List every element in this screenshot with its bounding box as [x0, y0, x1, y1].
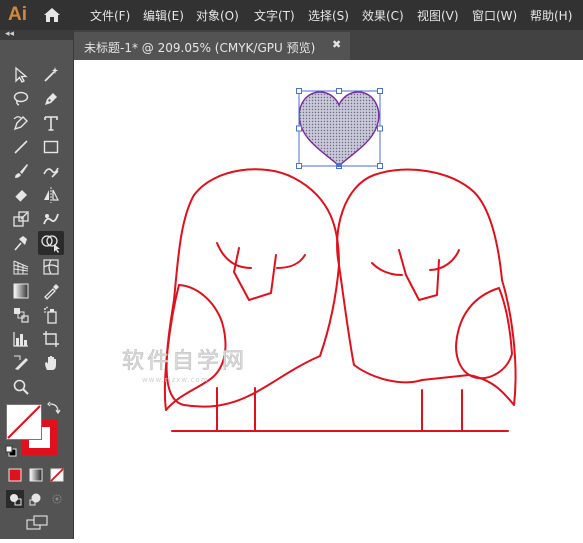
home-icon[interactable]	[42, 5, 62, 25]
right-bird-wing	[455, 287, 513, 380]
gradient-tool-icon[interactable]	[10, 280, 32, 302]
eraser-tool-icon[interactable]	[10, 184, 32, 206]
type-tool-icon[interactable]	[40, 112, 62, 134]
line-tool-icon[interactable]	[10, 136, 32, 158]
swap-fill-stroke-icon[interactable]	[46, 400, 62, 416]
fill-swatch[interactable]	[6, 404, 42, 440]
selection-tool-icon[interactable]	[10, 64, 32, 86]
magic-wand-tool-icon[interactable]	[40, 64, 62, 86]
draw-normal-icon[interactable]	[6, 490, 24, 508]
app-logo: Ai	[8, 4, 27, 25]
color-mode-icon[interactable]	[6, 466, 24, 484]
artwork: 软件自学网 www.rjzxw.com	[122, 88, 517, 432]
right-bird-eye	[371, 262, 403, 276]
pen-tool-icon[interactable]	[40, 88, 62, 110]
right-bird-legs	[421, 389, 463, 432]
mesh-tool-icon[interactable]	[40, 256, 62, 278]
menu-object[interactable]: 对象(O)	[196, 7, 239, 24]
paintbrush-tool-icon[interactable]	[10, 160, 32, 182]
watermark-url: www.rjzxw.com	[142, 376, 209, 384]
screen-mode-icon[interactable]	[24, 514, 50, 532]
heart-shape[interactable]	[298, 91, 380, 167]
curvature-tool-icon[interactable]	[10, 112, 32, 134]
scale-tool-icon[interactable]	[10, 208, 32, 230]
left-bird-eye	[216, 242, 252, 269]
gradient-mode-icon[interactable]	[27, 466, 45, 484]
menu-window[interactable]: 窗口(W)	[472, 7, 517, 24]
right-bird-body	[336, 168, 517, 406]
draw-inside-icon[interactable]	[48, 490, 66, 508]
right-bird-beak	[398, 249, 440, 301]
puppet-warp-tool-icon[interactable]	[10, 232, 32, 254]
column-graph-tool-icon[interactable]	[10, 328, 32, 350]
none-mode-icon[interactable]	[48, 466, 66, 484]
blend-tool-icon[interactable]	[10, 304, 32, 326]
birds-illustration	[163, 168, 517, 432]
tools-panel-header: ◂◂	[0, 29, 73, 40]
menu-type[interactable]: 文字(T)	[254, 7, 295, 24]
tools-panel: ◂◂	[0, 29, 74, 539]
lasso-tool-icon[interactable]	[10, 88, 32, 110]
menu-view[interactable]: 视图(V)	[417, 7, 459, 24]
rectangle-tool-icon[interactable]	[40, 136, 62, 158]
artboard-canvas[interactable]: 软件自学网 www.rjzxw.com	[74, 60, 583, 539]
menu-edit[interactable]: 编辑(E)	[143, 7, 184, 24]
default-fill-stroke-icon[interactable]	[4, 444, 18, 458]
menu-help[interactable]: 帮助(H)	[530, 7, 572, 24]
left-bird-eye	[276, 254, 306, 269]
anchor-point	[337, 163, 341, 167]
menu-file[interactable]: 文件(F)	[90, 7, 130, 24]
menu-bar: Ai 文件(F) 编辑(E) 对象(O) 文字(T) 选择(S) 效果(C) 视…	[0, 0, 583, 30]
symbol-sprayer-tool-icon[interactable]	[40, 304, 62, 326]
document-tab[interactable]: 未标题-1* @ 209.05% (CMYK/GPU 预览) ✖	[74, 32, 350, 60]
collapse-icon[interactable]: ◂◂	[5, 29, 14, 39]
slice-tool-icon[interactable]	[10, 352, 32, 374]
warp-tool-icon[interactable]	[40, 208, 62, 230]
perspective-grid-tool-icon[interactable]	[10, 256, 32, 278]
artboard-tool-icon[interactable]	[40, 328, 62, 350]
reflect-tool-icon[interactable]	[40, 184, 62, 206]
menu-effect[interactable]: 效果(C)	[362, 7, 404, 24]
zoom-tool-icon[interactable]	[10, 376, 32, 398]
draw-behind-icon[interactable]	[27, 490, 45, 508]
close-icon[interactable]: ✖	[332, 38, 341, 51]
document-tab-bar: 未标题-1* @ 209.05% (CMYK/GPU 预览) ✖	[74, 30, 583, 60]
hand-tool-icon[interactable]	[40, 352, 62, 374]
right-bird-eye	[429, 249, 460, 271]
shaper-tool-icon[interactable]	[40, 160, 62, 182]
left-bird-beak	[233, 247, 277, 301]
watermark-text: 软件自学网	[122, 349, 247, 374]
eyedropper-tool-icon[interactable]	[40, 280, 62, 302]
document-tab-title: 未标题-1* @ 209.05% (CMYK/GPU 预览)	[84, 41, 316, 55]
menu-select[interactable]: 选择(S)	[308, 7, 349, 24]
shape-builder-tool-icon[interactable]	[38, 231, 64, 255]
